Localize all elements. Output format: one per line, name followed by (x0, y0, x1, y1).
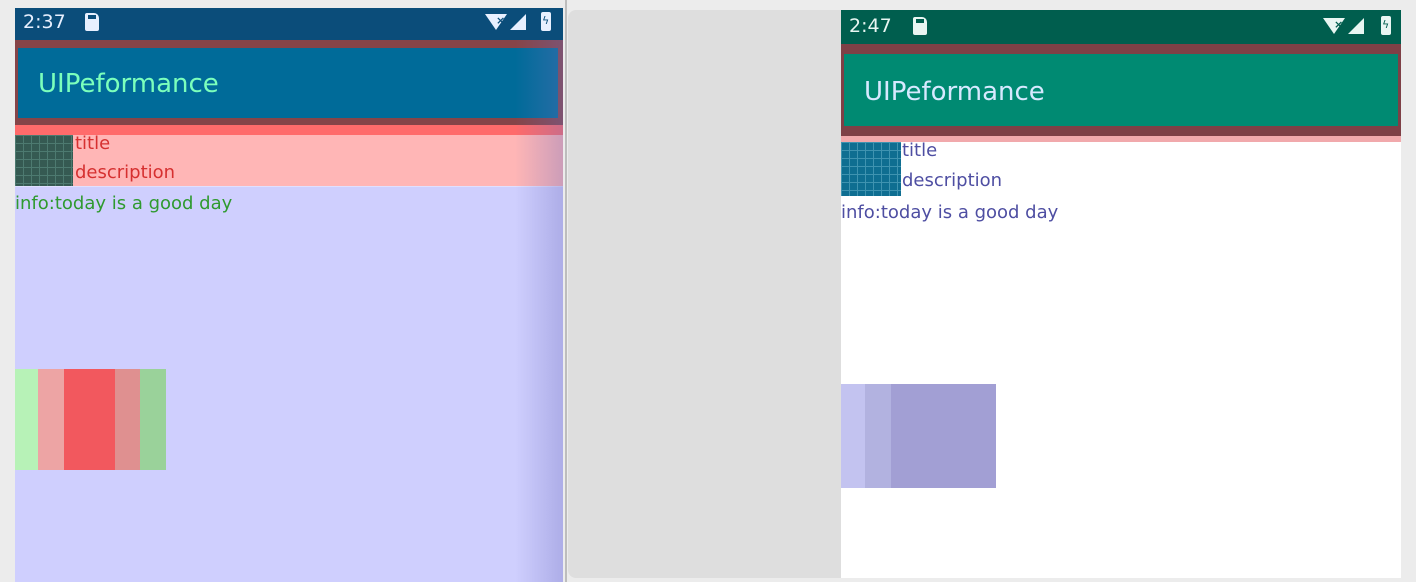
wifi-x-icon: × (496, 14, 506, 27)
item-description: description (902, 170, 1003, 191)
charging-bolt-icon: ϟ (542, 14, 550, 27)
overdraw-block-3 (64, 369, 115, 470)
empty-panel (568, 10, 848, 578)
content-block-3 (891, 384, 996, 488)
item-title: title (75, 133, 111, 154)
item-description: description (75, 162, 176, 183)
cell-signal-icon (1348, 18, 1364, 34)
item-thumbnail (15, 135, 73, 186)
sd-card-icon (85, 13, 99, 31)
content-block-2 (865, 384, 891, 488)
screen-edge-shade (515, 40, 563, 582)
divider (15, 186, 563, 187)
status-time: 2:37 (23, 11, 66, 33)
left-phone-screen: 2:37 × ϟ UIPeformance title description … (15, 8, 563, 582)
overdraw-block-1 (15, 369, 38, 470)
left-device-window: 2:37 × ϟ UIPeformance title description … (0, 0, 566, 582)
item-title: title (902, 140, 938, 161)
overdraw-block-5 (140, 369, 166, 470)
item-thumbnail (841, 142, 901, 196)
app-title: UIPeformance (864, 77, 1045, 107)
cell-signal-icon (510, 14, 526, 30)
overdraw-block-2 (38, 369, 64, 470)
charging-bolt-icon: ϟ (1382, 18, 1390, 31)
content-block-1 (841, 384, 865, 488)
right-phone-screen: 2:47 × ϟ UIPeformance title description … (841, 10, 1401, 578)
info-text: info:today is a good day (841, 202, 1059, 223)
overdraw-block-4 (115, 369, 140, 470)
status-time: 2:47 (849, 15, 892, 37)
app-title: UIPeformance (38, 69, 219, 99)
sd-card-icon (913, 17, 927, 35)
window-divider[interactable] (565, 0, 567, 582)
wifi-x-icon: × (1334, 18, 1344, 31)
info-text: info:today is a good day (15, 193, 233, 214)
